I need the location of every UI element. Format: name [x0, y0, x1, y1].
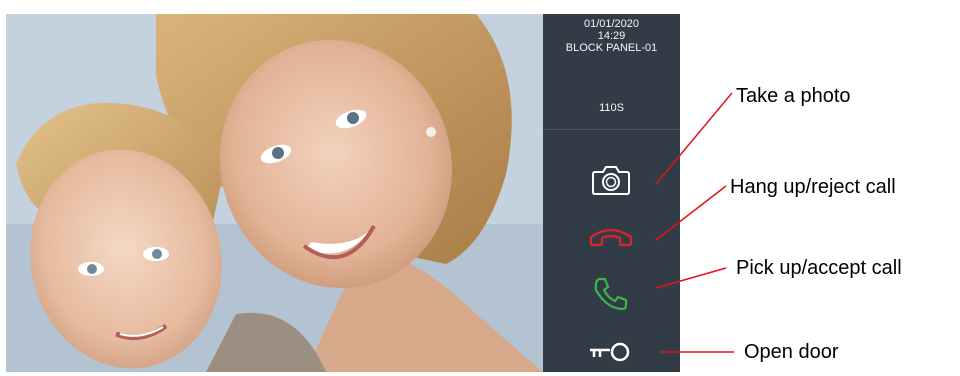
callout-line-photo [655, 92, 733, 185]
callout-pick-up: Pick up/accept call [736, 257, 902, 279]
intercom-diagram: 01/01/2020 14:29 BLOCK PANEL-01 110S Tak… [0, 0, 960, 376]
callout-line-hangup [655, 185, 727, 241]
callout-open-door: Open door [744, 341, 839, 363]
callout-take-photo: Take a photo [736, 85, 851, 107]
callout-hang-up: Hang up/reject call [730, 176, 896, 198]
callout-line-answer [655, 267, 727, 289]
